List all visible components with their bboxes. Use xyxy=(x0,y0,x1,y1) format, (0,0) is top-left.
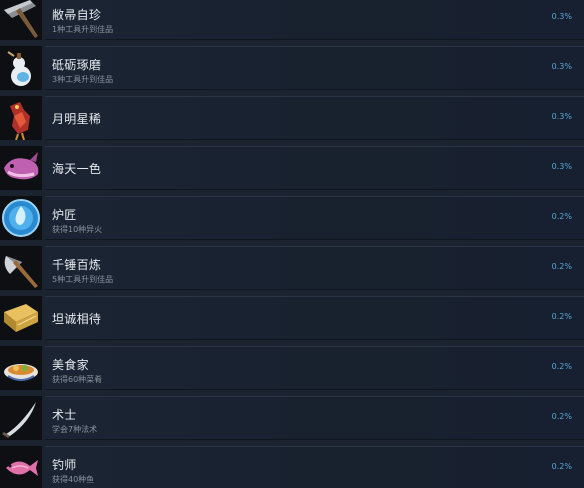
achievement-row[interactable]: 砥砺琢磨 3种工具升到佳品 0.3% xyxy=(0,46,584,90)
food-bowl-icon xyxy=(4,364,38,381)
achievement-row[interactable]: 月明星稀 0.3% xyxy=(0,96,584,140)
achievement-percent: 0.3% xyxy=(551,62,572,71)
achievement-icon-frame xyxy=(0,46,42,90)
achievement-icon-frame xyxy=(0,146,42,190)
achievement-row[interactable]: 钓师 获得40种鱼 0.2% xyxy=(0,446,584,488)
achievement-panel: 月明星稀 0.3% xyxy=(45,96,584,140)
achievement-title: 钓师 xyxy=(52,458,77,472)
blade-icon xyxy=(2,402,36,438)
gourd-icon xyxy=(7,51,31,86)
achievement-icon-frame xyxy=(0,196,42,240)
achievement-panel: 砥砺琢磨 3种工具升到佳品 0.3% xyxy=(45,46,584,90)
achievement-percent: 0.2% xyxy=(551,362,572,371)
achievement-description: 获得10种异火 xyxy=(52,225,103,234)
pickaxe-icon xyxy=(4,0,38,38)
achievement-title: 月明星稀 xyxy=(52,112,102,126)
achievement-percent: 0.2% xyxy=(551,212,572,221)
axe-icon xyxy=(4,256,38,288)
achievement-percent: 0.2% xyxy=(551,262,572,271)
achievement-description: 获得60种菜肴 xyxy=(52,375,103,384)
achievement-row[interactable]: 坦诚相待 0.2% xyxy=(0,296,584,340)
achievement-description: 3种工具升到佳品 xyxy=(52,75,114,84)
achievement-icon-frame xyxy=(0,0,42,40)
achievement-title: 炉匠 xyxy=(52,208,77,222)
achievement-percent: 0.3% xyxy=(551,12,572,21)
achievement-list: 敝帚自珍 1种工具升到佳品 0.3% 砥砺琢磨 3种工具升到佳品 0.3% 月明… xyxy=(0,0,584,488)
achievement-icon-frame xyxy=(0,446,42,488)
achievement-icon-frame xyxy=(0,246,42,290)
achievement-percent: 0.3% xyxy=(551,112,572,121)
achievement-description: 1种工具升到佳品 xyxy=(52,25,114,34)
achievement-title: 海天一色 xyxy=(52,162,102,176)
achievement-icon-frame xyxy=(0,396,42,440)
achievement-title: 砥砺琢磨 xyxy=(52,58,102,72)
achievement-row[interactable]: 美食家 获得60种菜肴 0.2% xyxy=(0,346,584,390)
achievement-panel: 美食家 获得60种菜肴 0.2% xyxy=(45,346,584,390)
achievement-percent: 0.2% xyxy=(551,312,572,321)
achievement-panel: 钓师 获得40种鱼 0.2% xyxy=(45,446,584,488)
achievement-title: 术士 xyxy=(52,408,77,422)
gold-book-icon xyxy=(4,304,38,332)
achievement-percent: 0.3% xyxy=(551,162,572,171)
achievement-panel: 坦诚相待 0.2% xyxy=(45,296,584,340)
achievement-title: 坦诚相待 xyxy=(52,312,102,326)
achievement-title: 美食家 xyxy=(52,358,89,372)
achievement-percent: 0.2% xyxy=(551,412,572,421)
blue-flame-icon xyxy=(2,199,40,237)
achievement-panel: 术士 学会7种法术 0.2% xyxy=(45,396,584,440)
achievement-icon-frame xyxy=(0,346,42,390)
achievement-title: 敝帚自珍 xyxy=(52,8,102,22)
achievement-panel: 海天一色 0.3% xyxy=(45,146,584,190)
achievement-percent: 0.2% xyxy=(551,462,572,471)
achievement-row[interactable]: 术士 学会7种法术 0.2% xyxy=(0,396,584,440)
achievement-row[interactable]: 海天一色 0.3% xyxy=(0,146,584,190)
achievement-icon-frame xyxy=(0,96,42,140)
achievement-panel: 敝帚自珍 1种工具升到佳品 0.3% xyxy=(45,0,584,40)
achievement-description: 5种工具升到佳品 xyxy=(52,275,114,284)
achievement-icon-frame xyxy=(0,296,42,340)
achievement-panel: 炉匠 获得10种异火 0.2% xyxy=(45,196,584,240)
achievement-description: 学会7种法术 xyxy=(52,425,98,434)
achievement-row[interactable]: 炉匠 获得10种异火 0.2% xyxy=(0,196,584,240)
achievement-panel: 千锤百炼 5种工具升到佳品 0.2% xyxy=(45,246,584,290)
achievement-row[interactable]: 千锤百炼 5种工具升到佳品 0.2% xyxy=(0,246,584,290)
achievement-row[interactable]: 敝帚自珍 1种工具升到佳品 0.3% xyxy=(0,0,584,40)
red-bird-icon xyxy=(10,102,30,140)
whale-icon xyxy=(4,152,39,180)
achievement-title: 千锤百炼 xyxy=(52,258,102,272)
fish-icon xyxy=(6,460,38,476)
achievement-description: 获得40种鱼 xyxy=(52,475,95,484)
